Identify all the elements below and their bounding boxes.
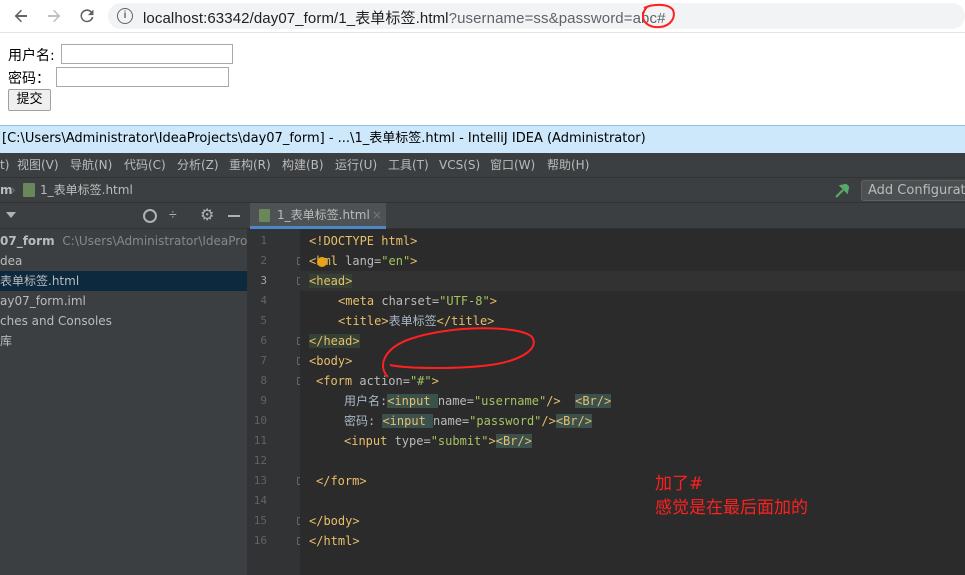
reload-icon — [80, 9, 94, 23]
menu-item-edit[interactable]: t) — [0, 153, 9, 177]
editor-tab[interactable]: 1_表单标签.html × — [250, 203, 386, 229]
back-button[interactable] — [10, 5, 32, 27]
ide-window: [C:\Users\Administrator\IdeaProjects\day… — [0, 125, 965, 575]
breadcrumb-separator-icon: › — [11, 183, 16, 197]
code-line: <meta charset="UTF-8"> — [338, 294, 497, 308]
tab-label: 1_表单标签.html — [277, 208, 370, 222]
menu-item-navigate[interactable]: 导航(N) — [70, 153, 112, 177]
line-number: 10 — [253, 414, 267, 427]
build-hammer-icon[interactable] — [833, 182, 851, 200]
forward-button[interactable] — [43, 5, 65, 27]
tree-item-html-file[interactable]: 表单标签.html — [0, 271, 247, 291]
code-line: <head> — [300, 271, 965, 291]
username-input[interactable] — [61, 44, 233, 64]
tree-item-iml[interactable]: ay07_form.iml — [0, 291, 247, 311]
ide-window-title: [C:\Users\Administrator\IdeaProjects\day… — [0, 125, 965, 153]
settings-gear-icon[interactable]: ⚙ — [200, 205, 214, 225]
password-input[interactable] — [56, 67, 229, 87]
line-number: 12 — [253, 454, 267, 467]
line-number: 13 — [253, 474, 267, 487]
line-number: 6 — [260, 334, 267, 347]
hide-panel-icon[interactable] — [228, 215, 240, 217]
menu-item-view[interactable]: 视图(V) — [17, 153, 59, 177]
submit-button[interactable]: 提交 — [8, 89, 51, 111]
menu-item-code[interactable]: 代码(C) — [124, 153, 166, 177]
line-number: 2 — [260, 254, 267, 267]
dropdown-arrow-icon[interactable] — [6, 212, 16, 218]
username-label: 用户名: — [8, 48, 55, 64]
menu-item-run[interactable]: 运行(U) — [335, 153, 377, 177]
project-panel-toolbar: ÷ ⚙ — [0, 203, 247, 229]
menu-item-vcs[interactable]: VCS(S) — [439, 153, 480, 177]
line-number: 3 — [260, 274, 267, 287]
code-line: </html> — [309, 534, 360, 548]
password-label: 密码： — [8, 71, 50, 87]
url-query: ?username=ss&password=abc# — [448, 10, 666, 27]
menu-item-refactor[interactable]: 重构(R) — [229, 153, 271, 177]
code-line: 密码: <input name="password"/><Br/> — [344, 414, 592, 428]
line-number: 7 — [260, 354, 267, 367]
annotation-line-2: 感觉是在最后面加的 — [655, 498, 808, 518]
add-configuration-button[interactable]: Add Configuration... — [861, 180, 965, 201]
url-host: localhost:63342/day07_form/1_表单标签.html — [143, 10, 449, 27]
menu-item-window[interactable]: 窗口(W) — [490, 153, 535, 177]
tab-close-icon[interactable]: × — [372, 203, 382, 227]
menu-item-tools[interactable]: 工具(T) — [388, 153, 429, 177]
red-circle-annotation — [382, 327, 535, 378]
page-content: 用户名: 密码： 提交 — [0, 34, 965, 124]
annotation-note: 加了# 感觉是在最后面加的 — [655, 472, 808, 520]
editor-tab-bar: 1_表单标签.html × — [247, 203, 965, 229]
breadcrumb-file[interactable]: 1_表单标签.html — [40, 178, 133, 202]
intention-bulb-icon[interactable] — [317, 257, 327, 267]
tree-root-name: 07_form — [0, 234, 55, 248]
browser-toolbar: i localhost:63342/day07_form/1_表单标签.html… — [0, 0, 965, 33]
code-line: <hml lang="en"> — [309, 254, 418, 268]
collapse-all-icon[interactable]: ÷ — [169, 206, 177, 222]
line-number: 9 — [260, 394, 267, 407]
ide-menubar: t) 视图(V) 导航(N) 代码(C) 分析(Z) 重构(R) 构建(B) 运… — [0, 153, 965, 177]
locate-target-icon[interactable] — [143, 209, 157, 223]
line-number: 1 — [260, 234, 267, 247]
code-line: <!DOCTYPE html> — [309, 234, 418, 248]
line-number: 14 — [253, 494, 267, 507]
tree-item-idea[interactable]: dea — [0, 251, 247, 271]
html-file-icon — [23, 183, 35, 197]
line-number-gutter: 1 2 3 4 5 6 7 8 9 10 11 12 13 14 15 16 — [247, 229, 303, 575]
annotation-line-1: 加了# — [655, 474, 704, 494]
code-editor[interactable]: <!DOCTYPE html> <hml lang="en"> <head> <… — [300, 229, 965, 575]
url-text[interactable]: localhost:63342/day07_form/1_表单标签.html?u… — [143, 7, 666, 28]
line-number: 8 — [260, 374, 267, 387]
info-icon[interactable]: i — [117, 8, 133, 24]
project-tree: 07_form C:\Users\Administrator\IdeaProje… — [0, 229, 351, 575]
red-circle-annotation — [641, 3, 675, 29]
line-number: 16 — [253, 534, 267, 547]
code-line: </form> — [316, 474, 367, 488]
html-file-icon — [259, 209, 270, 222]
reload-button[interactable] — [76, 5, 98, 27]
ide-navigation-bar: m › 1_表单标签.html Add Configuration... — [0, 177, 965, 203]
line-number: 5 — [260, 314, 267, 327]
menu-item-help[interactable]: 帮助(H) — [547, 153, 589, 177]
back-arrow-icon — [14, 9, 27, 23]
menu-item-build[interactable]: 构建(B) — [282, 153, 324, 177]
menu-item-analyze[interactable]: 分析(Z) — [177, 153, 219, 177]
line-number: 15 — [253, 514, 267, 527]
tree-item-scratches[interactable]: ches and Consoles — [0, 311, 247, 331]
line-number: 4 — [260, 294, 267, 307]
forward-arrow-icon — [48, 9, 61, 23]
tree-item-root[interactable]: 07_form C:\Users\Administrator\IdeaProje… — [0, 231, 351, 251]
code-line: 用户名:<input name="username"/> <Br/> — [344, 394, 612, 408]
tree-item-libraries[interactable]: 库 — [0, 331, 247, 351]
line-number: 11 — [253, 434, 267, 447]
code-line: <input type="submit"><Br/> — [344, 434, 532, 448]
code-line: </body> — [309, 514, 360, 528]
